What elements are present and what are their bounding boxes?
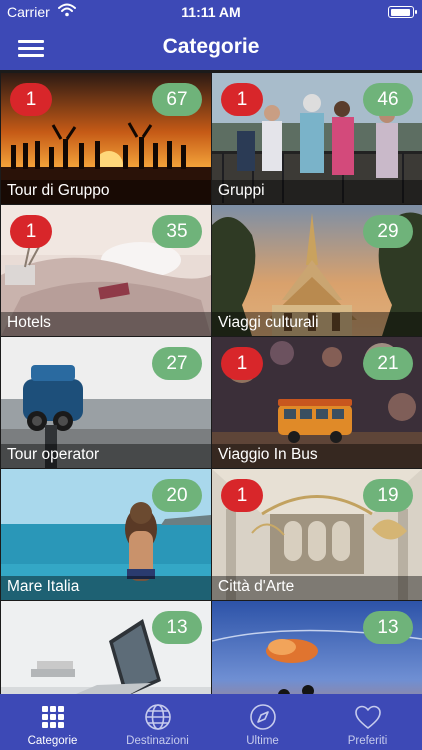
category-label: Viaggio In Bus bbox=[218, 446, 318, 463]
category-tile-citta-d-arte[interactable]: 1 19 Città d'Arte bbox=[212, 469, 422, 600]
category-tile-viaggi-culturali[interactable]: 29 Viaggi culturali bbox=[212, 205, 422, 336]
tab-ultime[interactable]: Ultime bbox=[210, 694, 315, 750]
item-count-badge: 27 bbox=[152, 347, 202, 380]
tab-label: Preferiti bbox=[347, 735, 388, 747]
tab-categorie[interactable]: Categorie bbox=[0, 694, 105, 750]
new-items-badge: 1 bbox=[221, 83, 263, 116]
tab-destinazioni[interactable]: Destinazioni bbox=[105, 694, 210, 750]
category-grid: 1 67 Tour di Gruppo 1 46 Gruppi 1 35 Hot… bbox=[0, 71, 422, 694]
item-count-badge: 46 bbox=[363, 83, 413, 116]
page-title: Categorie bbox=[162, 35, 260, 58]
category-tile-viaggio-in-bus[interactable]: 1 21 Viaggio In Bus bbox=[212, 337, 422, 468]
caption-bar: Città d'Arte bbox=[212, 576, 422, 600]
new-items-badge: 1 bbox=[10, 215, 52, 248]
category-label: Mare Italia bbox=[7, 578, 80, 595]
battery-icon bbox=[388, 6, 417, 18]
item-count-badge: 19 bbox=[363, 479, 413, 512]
new-items-badge: 1 bbox=[221, 479, 263, 512]
tab-preferiti[interactable]: Preferiti bbox=[315, 694, 420, 750]
tab-label: Categorie bbox=[27, 735, 78, 747]
category-label: Hotels bbox=[7, 314, 51, 331]
category-tile-hotels[interactable]: 1 35 Hotels bbox=[1, 205, 211, 336]
caption-bar: Tour operator bbox=[1, 444, 211, 468]
category-label: Tour di Gruppo bbox=[7, 182, 110, 199]
globe-icon bbox=[145, 704, 171, 730]
category-tile-tour-operator[interactable]: 27 Tour operator bbox=[1, 337, 211, 468]
caption-bar: Tour di Gruppo bbox=[1, 180, 211, 204]
caption-bar: Viaggio In Bus bbox=[212, 444, 422, 468]
new-items-badge: 1 bbox=[10, 83, 52, 116]
tab-bar: Categorie Destinazioni Ultime Preferiti bbox=[0, 694, 422, 750]
tab-label: Ultime bbox=[246, 735, 279, 747]
category-label: Città d'Arte bbox=[218, 578, 295, 595]
category-tile-gruppi[interactable]: 1 46 Gruppi bbox=[212, 73, 422, 204]
item-count-badge: 13 bbox=[363, 611, 413, 644]
compass-icon bbox=[250, 704, 276, 730]
item-count-badge: 29 bbox=[363, 215, 413, 248]
caption-bar: Gruppi bbox=[212, 180, 422, 204]
new-items-badge: 1 bbox=[221, 347, 263, 380]
item-count-badge: 21 bbox=[363, 347, 413, 380]
grid-icon bbox=[42, 706, 64, 728]
navigation-bar: Categorie bbox=[0, 24, 422, 70]
status-time: 11:11 AM bbox=[181, 4, 241, 20]
tab-label: Destinazioni bbox=[126, 735, 189, 747]
category-label: Gruppi bbox=[218, 182, 265, 199]
status-bar: Carrier 11:11 AM bbox=[0, 0, 422, 24]
category-label: Viaggi culturali bbox=[218, 314, 319, 331]
category-tile-10[interactable]: 13 bbox=[212, 601, 422, 694]
item-count-badge: 35 bbox=[152, 215, 202, 248]
item-count-badge: 67 bbox=[152, 83, 202, 116]
heart-icon bbox=[355, 705, 381, 729]
item-count-badge: 20 bbox=[152, 479, 202, 512]
item-count-badge: 13 bbox=[152, 611, 202, 644]
category-label: Tour operator bbox=[7, 446, 100, 463]
caption-bar: Hotels bbox=[1, 312, 211, 336]
caption-bar: Mare Italia bbox=[1, 576, 211, 600]
caption-bar: Viaggi culturali bbox=[212, 312, 422, 336]
category-tile-9[interactable]: 13 bbox=[1, 601, 211, 694]
category-tile-tour-di-gruppo[interactable]: 1 67 Tour di Gruppo bbox=[1, 73, 211, 204]
battery-level bbox=[390, 8, 411, 16]
category-tile-mare-italia[interactable]: 20 Mare Italia bbox=[1, 469, 211, 600]
